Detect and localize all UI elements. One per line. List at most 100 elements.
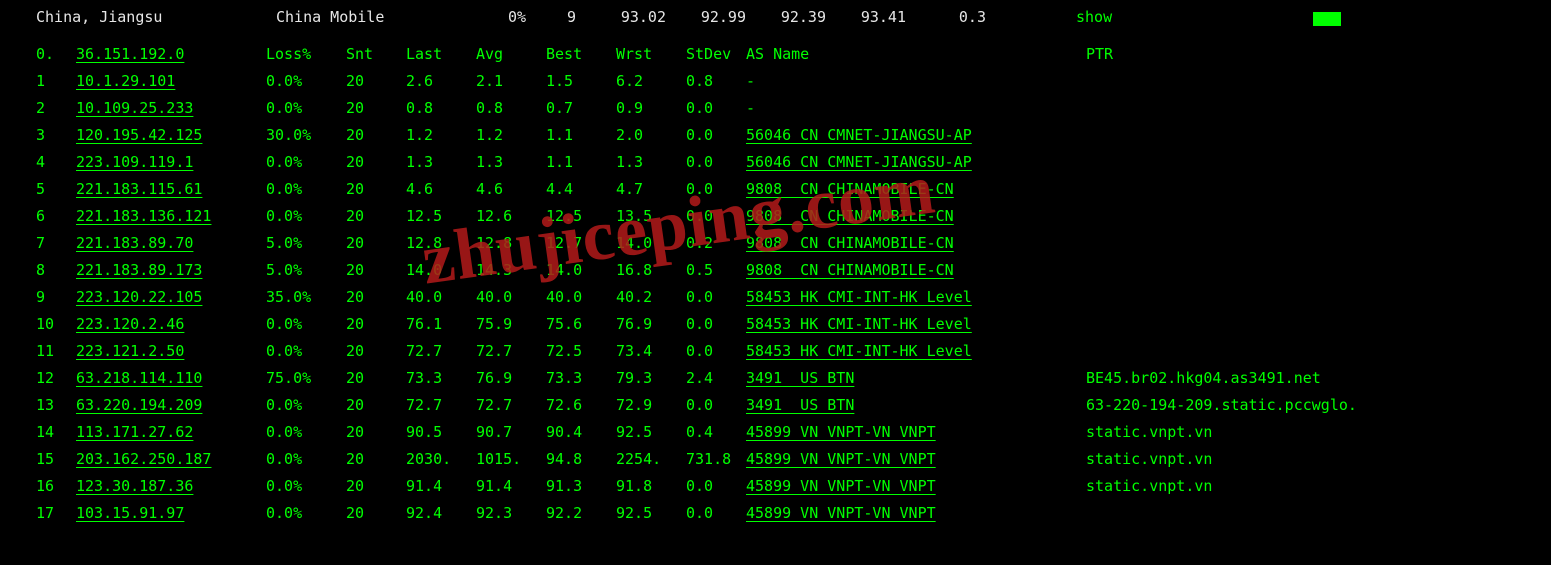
hop-avg: 2.1 bbox=[476, 68, 546, 95]
hop-asname[interactable]: 45899 VN VNPT-VN VNPT bbox=[746, 446, 1086, 473]
hop-loss: 0.0% bbox=[266, 203, 346, 230]
hop-last: 92.4 bbox=[406, 500, 476, 527]
hop-ip[interactable]: 223.120.22.105 bbox=[76, 284, 266, 311]
hop-snt: 20 bbox=[346, 68, 406, 95]
hop-wrst: 40.2 bbox=[616, 284, 686, 311]
hop-stdev: 0.0 bbox=[686, 122, 746, 149]
hop-wrst: 2254. bbox=[616, 446, 686, 473]
hop-wrst: 76.9 bbox=[616, 311, 686, 338]
hop-avg: 1.2 bbox=[476, 122, 546, 149]
table-row: 6221.183.136.1210.0%2012.512.612.513.50.… bbox=[36, 203, 1551, 230]
hop-stdev: 0.4 bbox=[686, 419, 746, 446]
hop-wrst: 14.0 bbox=[616, 230, 686, 257]
hop-ptr: 63-220-194-209.static.pccwglo. bbox=[1086, 392, 1357, 419]
hop-index: 3 bbox=[36, 122, 76, 149]
hop-index: 8 bbox=[36, 257, 76, 284]
hop-index: 4 bbox=[36, 149, 76, 176]
hop-asname[interactable]: 58453 HK CMI-INT-HK Level bbox=[746, 311, 1086, 338]
table-row: 4223.109.119.10.0%201.31.31.11.30.056046… bbox=[36, 149, 1551, 176]
hop-snt: 20 bbox=[346, 311, 406, 338]
hop-snt: 20 bbox=[346, 203, 406, 230]
table-row: 210.109.25.2330.0%200.80.80.70.90.0- bbox=[36, 95, 1551, 122]
hop-asname[interactable]: 3491 US BTN bbox=[746, 392, 1086, 419]
hop-ip[interactable]: 120.195.42.125 bbox=[76, 122, 266, 149]
hop-index: 10 bbox=[36, 311, 76, 338]
hop-asname: - bbox=[746, 68, 1086, 95]
hop-wrst: 1.3 bbox=[616, 149, 686, 176]
hop-loss: 0.0% bbox=[266, 392, 346, 419]
hop-loss: 0.0% bbox=[266, 500, 346, 527]
show-link[interactable]: show bbox=[1076, 4, 1112, 31]
hop-asname[interactable]: 45899 VN VNPT-VN VNPT bbox=[746, 419, 1086, 446]
hop-snt: 20 bbox=[346, 446, 406, 473]
hop-ip[interactable]: 223.120.2.46 bbox=[76, 311, 266, 338]
hop-loss: 5.0% bbox=[266, 230, 346, 257]
table-row: 11223.121.2.500.0%2072.772.772.573.40.05… bbox=[36, 338, 1551, 365]
hop-avg: 72.7 bbox=[476, 338, 546, 365]
hop-ip[interactable]: 63.220.194.209 bbox=[76, 392, 266, 419]
hop-asname[interactable]: 56046 CN CMNET-JIANGSU-AP bbox=[746, 149, 1086, 176]
hop-best: 40.0 bbox=[546, 284, 616, 311]
hop-stdev: 0.0 bbox=[686, 500, 746, 527]
hop-wrst: 13.5 bbox=[616, 203, 686, 230]
hop-wrst: 72.9 bbox=[616, 392, 686, 419]
hop-ip[interactable]: 10.109.25.233 bbox=[76, 95, 266, 122]
hop-index: 1 bbox=[36, 68, 76, 95]
hop-ip[interactable]: 221.183.89.70 bbox=[76, 230, 266, 257]
hop-loss: 35.0% bbox=[266, 284, 346, 311]
hdr-ptr: PTR bbox=[1086, 41, 1113, 68]
hop-stdev: 0.0 bbox=[686, 392, 746, 419]
hop-asname[interactable]: 9808 CN CHINAMOBILE-CN bbox=[746, 176, 1086, 203]
hop-wrst: 0.9 bbox=[616, 95, 686, 122]
hop-ptr: BE45.br02.hkg04.as3491.net bbox=[1086, 365, 1321, 392]
hop-wrst: 2.0 bbox=[616, 122, 686, 149]
hop-ip[interactable]: 221.183.115.61 bbox=[76, 176, 266, 203]
hop-asname[interactable]: 3491 US BTN bbox=[746, 365, 1086, 392]
hop-avg: 90.7 bbox=[476, 419, 546, 446]
hop-ip[interactable]: 221.183.89.173 bbox=[76, 257, 266, 284]
hop-stdev: 0.0 bbox=[686, 311, 746, 338]
hop-wrst: 92.5 bbox=[616, 500, 686, 527]
hop-asname[interactable]: 56046 CN CMNET-JIANGSU-AP bbox=[746, 122, 1086, 149]
isp-label: China Mobile bbox=[276, 4, 446, 31]
hop-avg: 76.9 bbox=[476, 365, 546, 392]
hop-asname[interactable]: 9808 CN CHINAMOBILE-CN bbox=[746, 203, 1086, 230]
hop-wrst: 6.2 bbox=[616, 68, 686, 95]
hop-asname[interactable]: 58453 HK CMI-INT-HK Level bbox=[746, 284, 1086, 311]
hdr-ip[interactable]: 36.151.192.0 bbox=[76, 41, 266, 68]
hop-index: 16 bbox=[36, 473, 76, 500]
location-label: China, Jiangsu bbox=[36, 4, 276, 31]
hop-stdev: 0.0 bbox=[686, 473, 746, 500]
table-row: 9223.120.22.10535.0%2040.040.040.040.20.… bbox=[36, 284, 1551, 311]
hop-ip[interactable]: 221.183.136.121 bbox=[76, 203, 266, 230]
hop-ip[interactable]: 123.30.187.36 bbox=[76, 473, 266, 500]
hop-avg: 4.6 bbox=[476, 176, 546, 203]
hop-last: 0.8 bbox=[406, 95, 476, 122]
hop-ip[interactable]: 223.121.2.50 bbox=[76, 338, 266, 365]
hop-ip[interactable]: 10.1.29.101 bbox=[76, 68, 266, 95]
hop-best: 0.7 bbox=[546, 95, 616, 122]
hop-asname[interactable]: 58453 HK CMI-INT-HK Level bbox=[746, 338, 1086, 365]
hop-stdev: 0.5 bbox=[686, 257, 746, 284]
hop-snt: 20 bbox=[346, 149, 406, 176]
hop-snt: 20 bbox=[346, 392, 406, 419]
hop-ip[interactable]: 113.171.27.62 bbox=[76, 419, 266, 446]
hop-wrst: 4.7 bbox=[616, 176, 686, 203]
hop-asname[interactable]: 45899 VN VNPT-VN VNPT bbox=[746, 500, 1086, 527]
hop-stdev: 0.0 bbox=[686, 149, 746, 176]
hop-ip[interactable]: 103.15.91.97 bbox=[76, 500, 266, 527]
hop-ip[interactable]: 203.162.250.187 bbox=[76, 446, 266, 473]
cursor-icon bbox=[1313, 12, 1341, 26]
hop-asname[interactable]: 9808 CN CHINAMOBILE-CN bbox=[746, 257, 1086, 284]
hop-best: 92.2 bbox=[546, 500, 616, 527]
hop-stdev: 0.0 bbox=[686, 203, 746, 230]
hop-best: 1.5 bbox=[546, 68, 616, 95]
hop-asname[interactable]: 45899 VN VNPT-VN VNPT bbox=[746, 473, 1086, 500]
hop-last: 4.6 bbox=[406, 176, 476, 203]
hop-ip[interactable]: 63.218.114.110 bbox=[76, 365, 266, 392]
hop-asname[interactable]: 9808 CN CHINAMOBILE-CN bbox=[746, 230, 1086, 257]
hop-ip[interactable]: 223.109.119.1 bbox=[76, 149, 266, 176]
hop-stdev: 0.0 bbox=[686, 284, 746, 311]
hdr-best: Best bbox=[546, 41, 616, 68]
hop-last: 12.8 bbox=[406, 230, 476, 257]
